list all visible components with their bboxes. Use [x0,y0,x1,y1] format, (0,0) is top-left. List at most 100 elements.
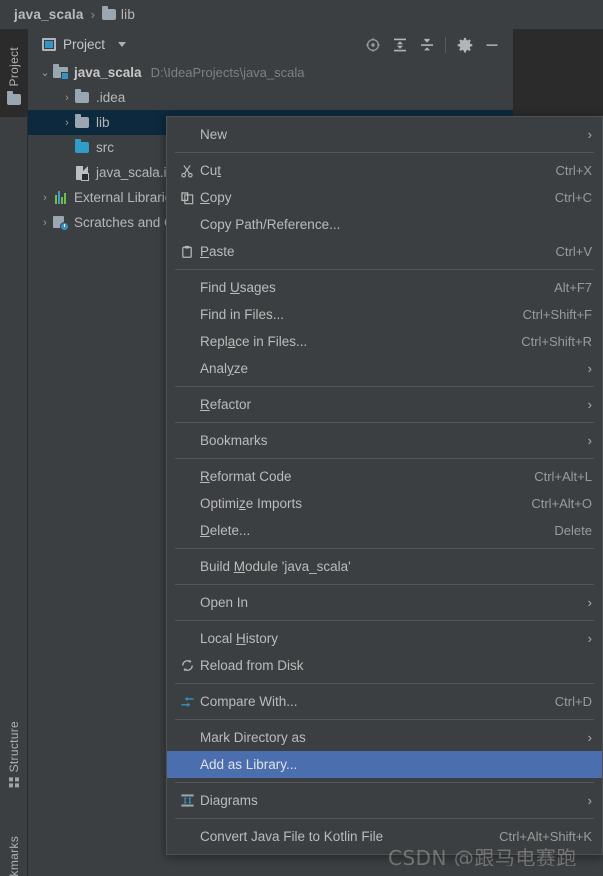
menu-item-label: Open In [200,595,249,610]
menu-separator [175,422,594,423]
editor-empty-area [513,29,603,116]
tool-button-project[interactable]: Project [0,29,28,117]
menu-item-cut[interactable]: Cut Ctrl+X [167,157,602,184]
tree-row-idea[interactable]: › .idea [28,85,513,110]
breadcrumb-current[interactable]: lib [121,7,135,22]
copy-icon [180,191,200,205]
tool-button-bookmarks-label: Bookmarks [7,835,21,876]
menu-item-label: Copy [200,190,232,205]
expand-all-icon[interactable] [386,31,413,58]
menu-item-bookmarks[interactable]: Bookmarks › [167,427,602,454]
menu-separator [175,719,594,720]
menu-item-paste[interactable]: Paste Ctrl+V [167,238,602,265]
twisty-icon[interactable]: › [60,117,74,129]
menu-item-delete[interactable]: Delete... Delete [167,517,602,544]
menu-item-shortcut: Delete [554,523,592,538]
menu-item-label: Local History [200,631,279,646]
menu-item-shortcut: Ctrl+Alt+L [534,469,592,484]
menu-item-label: Diagrams [200,793,258,808]
chevron-right-icon: › [587,397,592,412]
menu-item-mark-directory-as[interactable]: Mark Directory as › [167,724,602,751]
folder-icon [74,114,90,128]
menu-item-label: Compare With... [200,694,298,709]
menu-separator [175,683,594,684]
chevron-right-icon: › [587,361,592,376]
twisty-icon[interactable]: › [38,217,52,229]
menu-separator [175,152,594,153]
reload-icon [180,658,200,673]
menu-item-label: Replace in Files... [200,334,308,349]
menu-item-build-module-java-scala[interactable]: Build Module 'java_scala' [167,553,602,580]
twisty-icon[interactable]: › [38,192,52,204]
menu-item-replace-in-files[interactable]: Replace in Files... Ctrl+Shift+R [167,328,602,355]
locate-icon[interactable] [359,31,386,58]
menu-item-label: Bookmarks [200,433,268,448]
menu-item-optimize-imports[interactable]: Optimize Imports Ctrl+Alt+O [167,490,602,517]
menu-item-shortcut: Ctrl+V [555,244,592,259]
chevron-right-icon: › [587,730,592,745]
tool-button-structure[interactable]: Structure [0,709,28,799]
menu-item-shortcut: Ctrl+Shift+R [521,334,592,349]
menu-item-label: Optimize Imports [200,496,303,511]
menu-item-compare-with[interactable]: Compare With... Ctrl+D [167,688,602,715]
project-panel-toolbar [359,29,505,60]
idea-window: java_scala › lib Project Structure Bookm… [0,0,603,876]
menu-item-refactor[interactable]: Refactor › [167,391,602,418]
tree-label: src [96,140,114,155]
tree-project-path: D:\IdeaProjects\java_scala [150,65,305,80]
menu-item-label: Refactor [200,397,252,412]
menu-item-label: Cut [200,163,222,178]
settings-icon[interactable] [451,31,478,58]
chevron-down-icon[interactable] [118,42,127,47]
chevron-right-icon: › [587,127,592,142]
project-panel-title: Project [63,37,106,52]
menu-item-label: Copy Path/Reference... [200,217,341,232]
folder-icon [7,91,21,106]
menu-separator [175,782,594,783]
tool-window-strip: Project Structure Bookmarks [0,29,28,876]
iml-file-icon [74,165,90,181]
menu-item-add-as-library[interactable]: Add as Library... [167,751,602,778]
tree-label: java_scala [74,65,142,80]
project-panel-title-group[interactable]: Project [42,37,127,52]
menu-item-analyze[interactable]: Analyze › [167,355,602,382]
menu-item-reload-from-disk[interactable]: Reload from Disk [167,652,602,679]
menu-item-shortcut: Ctrl+Shift+F [522,307,592,322]
menu-item-label: Paste [200,244,235,259]
menu-item-new[interactable]: New › [167,121,602,148]
menu-item-local-history[interactable]: Local History › [167,625,602,652]
menu-item-label: Build Module 'java_scala' [200,559,351,574]
menu-item-label: Find in Files... [200,307,285,322]
folder-icon [101,6,116,20]
tool-button-bookmarks[interactable]: Bookmarks [0,829,28,876]
project-window-icon [42,38,56,51]
menu-separator [175,818,594,819]
libraries-icon [52,191,68,204]
folder-icon [74,89,90,103]
cut-icon [180,164,200,178]
menu-item-copy[interactable]: Copy Ctrl+C [167,184,602,211]
menu-item-label: Reformat Code [200,469,292,484]
paste-icon [180,245,200,259]
menu-item-label: Delete... [200,523,251,538]
hide-icon[interactable] [478,31,505,58]
breadcrumb-project[interactable]: java_scala [14,7,84,22]
menu-item-reformat-code[interactable]: Reformat Code Ctrl+Alt+L [167,463,602,490]
structure-text: Structure [7,720,21,773]
menu-item-label: Mark Directory as [200,730,306,745]
menu-item-diagrams[interactable]: Diagrams › [167,787,602,814]
menu-item-find-in-files[interactable]: Find in Files... Ctrl+Shift+F [167,301,602,328]
context-menu: New › Cut Ctrl+X Copy Ctrl+C Copy Path/Referen… [166,116,603,855]
menu-item-find-usages[interactable]: Find Usages Alt+F7 [167,274,602,301]
project-panel-header: Project [28,29,513,60]
menu-separator [175,458,594,459]
twisty-icon[interactable]: › [60,92,74,104]
menu-separator [175,548,594,549]
twisty-icon[interactable]: ⌄ [38,66,52,79]
menu-item-open-in[interactable]: Open In › [167,589,602,616]
tree-label: .idea [96,90,126,105]
breadcrumb-separator-icon: › [90,7,95,22]
collapse-all-icon[interactable] [413,31,440,58]
tree-row-java-scala[interactable]: ⌄ java_scala D:\IdeaProjects\java_scala [28,60,513,85]
menu-item-copy-path-reference[interactable]: Copy Path/Reference... [167,211,602,238]
